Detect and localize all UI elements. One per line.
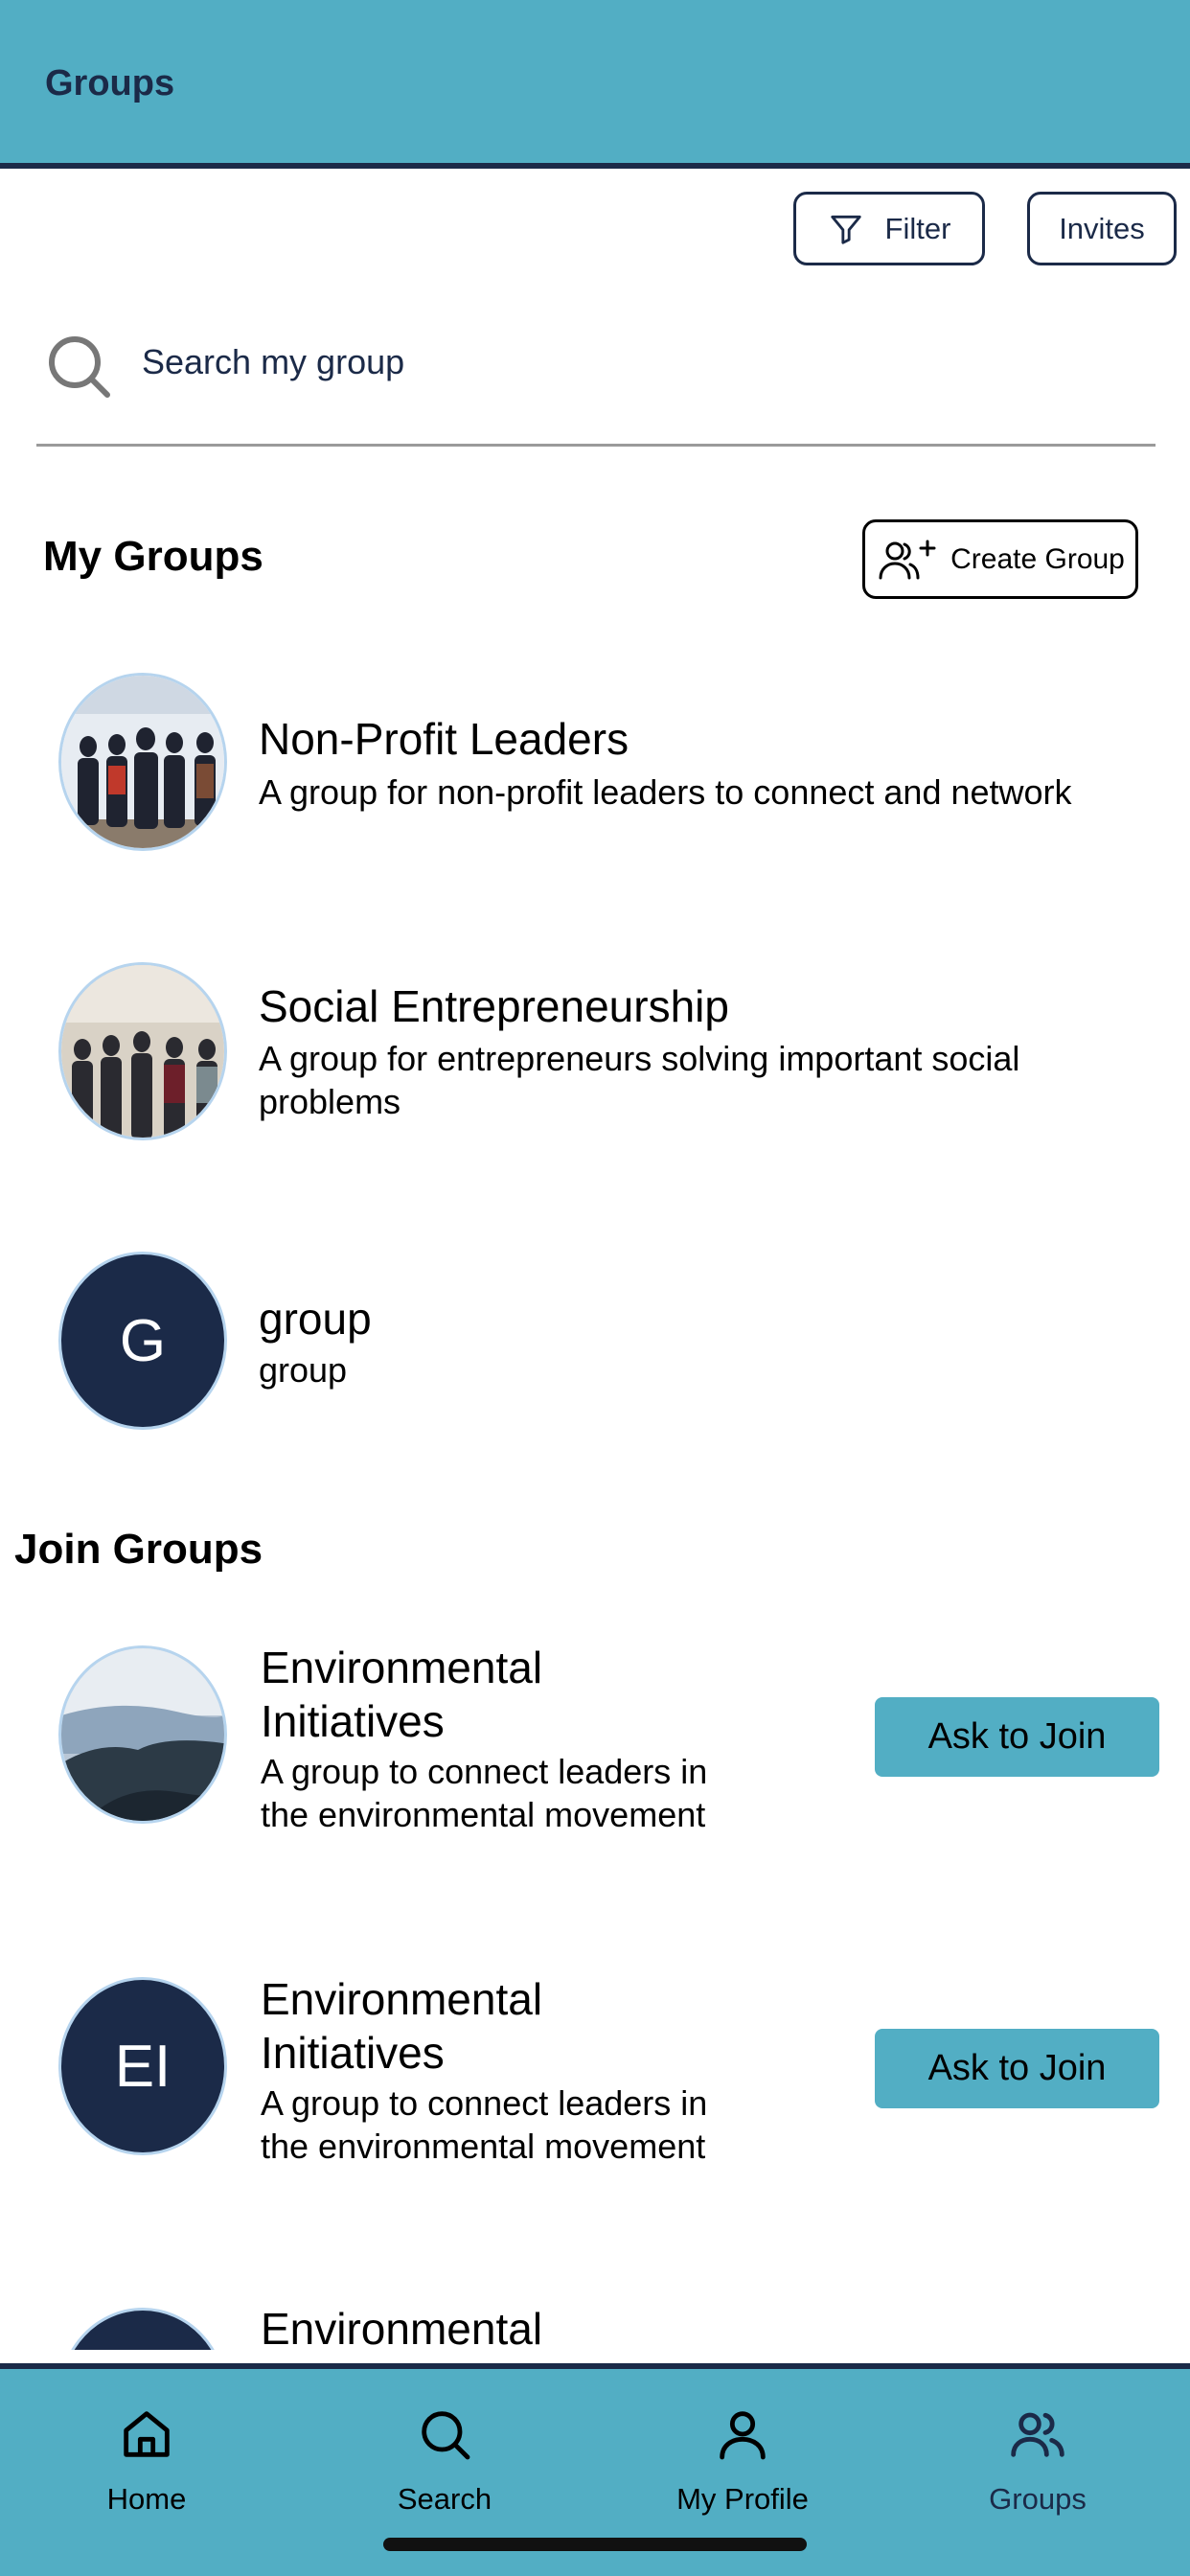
home-icon bbox=[124, 2411, 170, 2457]
search-input[interactable] bbox=[142, 334, 1004, 391]
group-description: A group for non-profit leaders to connec… bbox=[259, 772, 1072, 812]
group-avatar bbox=[58, 673, 227, 851]
group-avatar bbox=[58, 962, 227, 1140]
group-name: group bbox=[259, 1294, 372, 1344]
group-description: A group for entrepreneurs solving import… bbox=[259, 1039, 1020, 1121]
my-groups-heading: My Groups bbox=[43, 533, 263, 580]
group-name: Environmental Initiatives bbox=[261, 1974, 543, 2078]
app-header: Groups bbox=[0, 0, 1190, 169]
search-icon bbox=[422, 2411, 470, 2460]
tab-label: Home bbox=[106, 2482, 187, 2516]
invites-button[interactable]: Invites bbox=[1027, 192, 1177, 265]
group-photo-image bbox=[61, 965, 224, 1138]
group-avatar: EI bbox=[58, 1977, 227, 2155]
group-description: A group to connect leaders in the enviro… bbox=[261, 1752, 708, 1834]
add-user-icon bbox=[879, 540, 936, 579]
tab-my-profile[interactable]: My Profile bbox=[647, 2404, 838, 2517]
page-title: Groups bbox=[45, 63, 175, 104]
group-name: Environmental Initiatives bbox=[261, 1643, 543, 1746]
group-photo-image bbox=[61, 1648, 224, 1821]
groups-icon bbox=[1011, 2412, 1064, 2457]
tab-label: Search bbox=[397, 2482, 492, 2516]
group-description: group bbox=[259, 1350, 348, 1390]
search-bar bbox=[36, 326, 1156, 447]
filter-button[interactable]: Filter bbox=[793, 192, 985, 265]
invites-label: Invites bbox=[1059, 211, 1145, 245]
filter-label: Filter bbox=[884, 211, 951, 245]
home-indicator bbox=[383, 2538, 807, 2551]
tab-search[interactable]: Search bbox=[349, 2404, 540, 2517]
filter-icon bbox=[830, 215, 861, 244]
group-photo-image bbox=[61, 676, 224, 848]
tab-home[interactable]: Home bbox=[51, 2404, 242, 2517]
create-group-label: Create Group bbox=[950, 542, 1125, 575]
tab-groups[interactable]: Groups bbox=[942, 2404, 1133, 2517]
group-avatar bbox=[58, 1645, 227, 1824]
profile-icon bbox=[720, 2411, 766, 2460]
group-avatar: G bbox=[58, 1252, 227, 1430]
search-icon bbox=[49, 336, 110, 398]
group-name: Social Entrepreneurship bbox=[259, 981, 729, 1031]
tab-label: Groups bbox=[989, 2482, 1087, 2516]
group-name: Environmental bbox=[261, 2304, 543, 2354]
ask-to-join-button[interactable]: Ask to Join bbox=[875, 1697, 1159, 1777]
group-description: A group to connect leaders in the enviro… bbox=[261, 2083, 708, 2166]
ask-to-join-button[interactable]: Ask to Join bbox=[875, 2029, 1159, 2108]
group-name: Non-Profit Leaders bbox=[259, 714, 629, 764]
join-groups-heading: Join Groups bbox=[14, 1526, 263, 1573]
create-group-button[interactable]: Create Group bbox=[862, 519, 1138, 599]
tab-label: My Profile bbox=[676, 2482, 809, 2516]
group-avatar bbox=[58, 2308, 227, 2350]
